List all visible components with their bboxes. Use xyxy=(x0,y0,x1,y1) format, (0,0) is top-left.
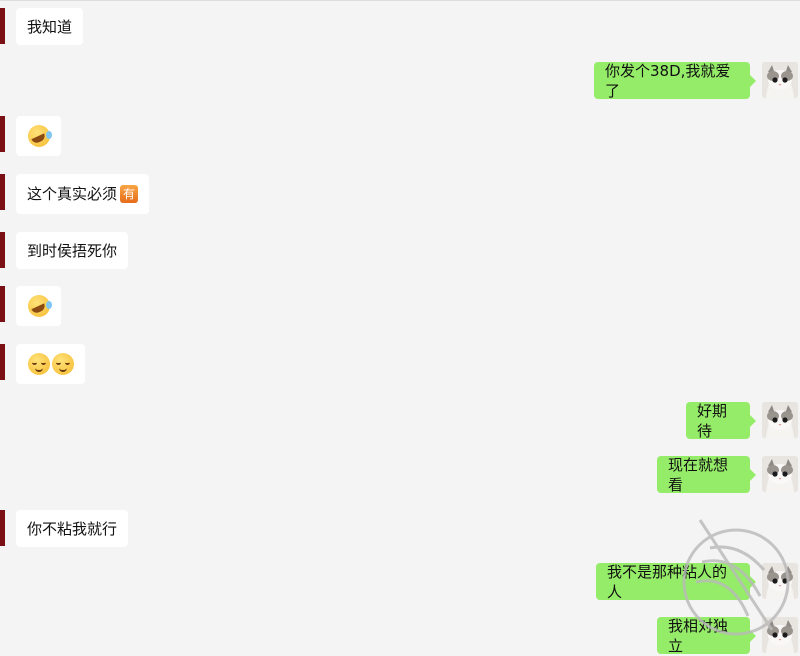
message-text: 我知道 xyxy=(27,17,73,36)
message-text: 现在就想看 xyxy=(668,455,729,494)
incoming-message-bubble[interactable] xyxy=(16,286,61,326)
incoming-message-bubble[interactable]: 你不粘我就行 xyxy=(16,510,129,547)
incoming-message-bubble[interactable]: 到时侯捂死你 xyxy=(16,232,129,269)
cat-avatar-icon[interactable] xyxy=(762,62,798,98)
incoming-message-bubble[interactable] xyxy=(16,344,85,384)
top-divider xyxy=(0,0,800,1)
rolling-on-floor-laughing-icon xyxy=(27,125,52,147)
left-edge-marker xyxy=(0,286,5,322)
watermark-icon xyxy=(682,519,790,636)
you-badge-icon: 有 xyxy=(120,185,139,203)
cat-avatar-icon[interactable] xyxy=(762,456,798,492)
left-edge-marker xyxy=(0,116,5,152)
message-text: 这个真实必须 xyxy=(27,185,118,203)
left-edge-marker xyxy=(0,510,5,546)
left-edge-marker xyxy=(0,344,5,380)
incoming-message-bubble[interactable]: 我知道 xyxy=(16,8,84,45)
outgoing-message-bubble[interactable]: 你发个38D,我就爱了 xyxy=(594,61,756,100)
left-edge-marker xyxy=(0,232,5,268)
relieved-face-icon xyxy=(27,353,50,375)
incoming-message-bubble[interactable] xyxy=(16,116,61,156)
message-text: 你不粘我就行 xyxy=(27,519,118,538)
left-edge-marker xyxy=(0,8,5,44)
incoming-message-bubble[interactable]: 这个真实必须 有 xyxy=(16,174,150,214)
message-text: 到时侯捂死你 xyxy=(27,241,118,260)
left-edge-marker xyxy=(0,174,5,210)
message-text: 好期待 xyxy=(697,401,728,440)
relieved-face-icon xyxy=(51,353,74,375)
outgoing-message-bubble[interactable]: 现在就想看 xyxy=(657,455,756,494)
message-text: 你发个38D,我就爱了 xyxy=(605,61,731,100)
rolling-on-floor-laughing-icon xyxy=(27,295,52,317)
cat-avatar-icon[interactable] xyxy=(762,402,798,438)
outgoing-message-bubble[interactable]: 好期待 xyxy=(686,401,756,440)
